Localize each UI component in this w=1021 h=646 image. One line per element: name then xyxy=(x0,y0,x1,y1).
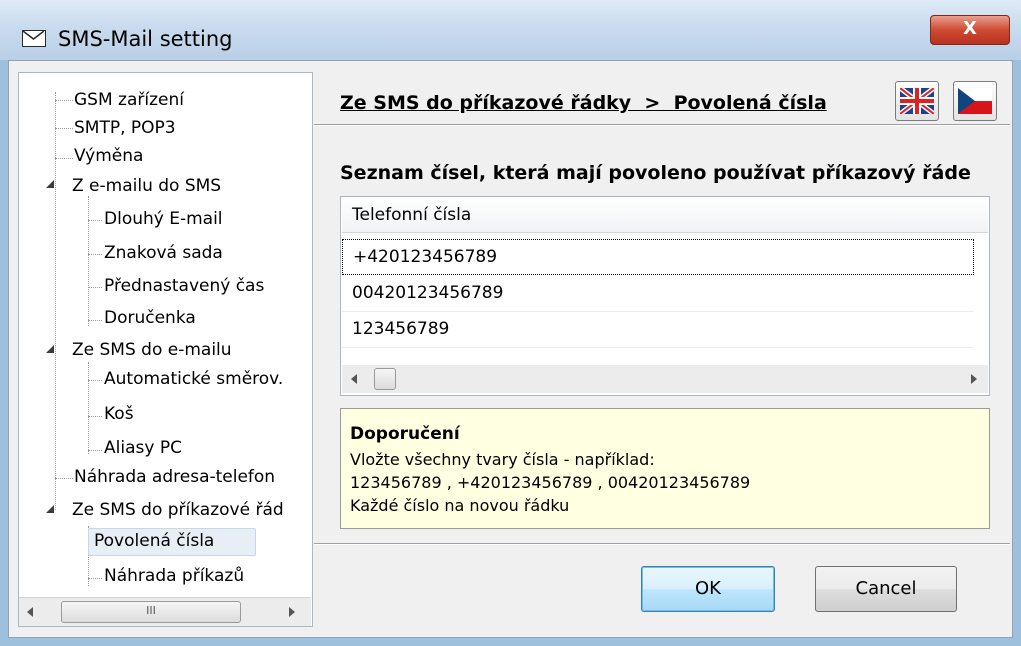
tree-line xyxy=(88,196,89,326)
tree-item-smtp-pop3[interactable]: SMTP, POP3 xyxy=(74,118,176,138)
scroll-thumb[interactable]: III xyxy=(61,601,241,623)
czech-flag-icon xyxy=(958,88,992,114)
tree-line xyxy=(88,287,102,288)
list-item[interactable]: +420123456789 xyxy=(342,239,974,275)
phone-number: +420123456789 xyxy=(353,247,498,267)
tree-item-sms-to-cmd[interactable]: Ze SMS do příkazové řád xyxy=(72,500,284,520)
list-horizontal-scrollbar[interactable] xyxy=(342,365,988,393)
recommendation-title: Doporučení xyxy=(350,424,460,444)
scroll-left-icon[interactable] xyxy=(351,374,357,384)
recommendation-line: Každé číslo na novou řádku xyxy=(350,496,570,515)
tree-line xyxy=(88,362,89,454)
tree-item-sms-to-email[interactable]: Ze SMS do e-mailu xyxy=(72,340,232,360)
column-header[interactable]: Telefonní čísla xyxy=(342,198,988,233)
tree-item-pc-aliases[interactable]: Aliasy PC xyxy=(104,438,182,458)
tree-item-address-phone[interactable]: Náhrada adresa-telefon xyxy=(74,467,275,487)
ok-button[interactable]: OK xyxy=(641,566,775,612)
tree-line xyxy=(55,92,56,510)
footer-separator xyxy=(314,543,1010,545)
czech-flag-button[interactable] xyxy=(953,81,997,121)
title-bar[interactable]: SMS-Mail setting X xyxy=(0,0,1021,60)
recommendation-line: Vložte všechny tvary čísla - například: xyxy=(350,450,655,469)
tree-line xyxy=(88,380,102,381)
dialog-window: SMS-Mail setting X GSM zařízení SMTP, PO… xyxy=(0,0,1021,646)
column-header-label: Telefonní čísla xyxy=(352,205,472,225)
tree-item-gsm[interactable]: GSM zařízení xyxy=(74,90,184,110)
tree-horizontal-scrollbar[interactable]: III xyxy=(19,597,311,626)
recommendation-line: 123456789 , +420123456789 , 004201234567… xyxy=(350,473,751,492)
phone-number: 00420123456789 xyxy=(352,283,504,303)
tree-line xyxy=(55,128,73,129)
close-button[interactable]: X xyxy=(930,15,1010,45)
collapse-arrow-icon[interactable] xyxy=(46,345,54,353)
tree-line xyxy=(88,450,102,451)
collapse-arrow-icon[interactable] xyxy=(46,505,54,513)
list-heading: Seznam čísel, která mají povoleno použív… xyxy=(340,162,971,184)
english-flag-button[interactable] xyxy=(895,81,939,121)
scroll-grip: III xyxy=(146,604,156,617)
tree-line xyxy=(88,578,102,579)
list-item[interactable]: 00420123456789 xyxy=(342,276,974,312)
tree-line xyxy=(55,100,73,101)
cancel-button[interactable]: Cancel xyxy=(815,566,957,612)
tree-line xyxy=(88,220,102,221)
tree-item-long-email[interactable]: Dlouhý E-mail xyxy=(104,209,223,229)
scroll-thumb[interactable] xyxy=(374,368,396,390)
tree-line xyxy=(88,254,102,255)
tree-item-delivery[interactable]: Doručenka xyxy=(104,308,196,328)
tree-item-auto-forward[interactable]: Automatické směrov. xyxy=(104,369,283,389)
phone-number-list[interactable]: Telefonní čísla +420123456789 0042012345… xyxy=(340,196,990,396)
tree-item-vymena[interactable]: Výměna xyxy=(74,146,143,166)
tree-line xyxy=(88,416,102,417)
tree-line xyxy=(55,158,73,159)
tree-item-charset[interactable]: Znaková sada xyxy=(104,243,223,263)
header-separator xyxy=(314,124,1010,126)
list-item[interactable]: 123456789 xyxy=(342,312,974,348)
phone-number: 123456789 xyxy=(352,319,450,339)
english-flag-icon xyxy=(900,88,934,114)
tree-item-email-to-sms[interactable]: Z e-mailu do SMS xyxy=(72,176,221,196)
scroll-right-icon[interactable] xyxy=(289,607,295,617)
collapse-arrow-icon[interactable] xyxy=(46,180,54,188)
tree-item-command-replace[interactable]: Náhrada příkazů xyxy=(104,566,244,586)
tree-line xyxy=(88,320,102,321)
tree-item-preset-time[interactable]: Přednastavený čas xyxy=(104,276,264,296)
tree-item-trash[interactable]: Koš xyxy=(104,404,134,424)
scroll-left-icon[interactable] xyxy=(27,607,33,617)
breadcrumb: Ze SMS do příkazové řádky > Povolená čís… xyxy=(340,92,827,114)
tree-item-allowed-numbers[interactable]: Povolená čísla xyxy=(94,531,214,551)
scroll-right-icon[interactable] xyxy=(971,374,977,384)
envelope-icon xyxy=(22,30,46,47)
recommendation-box: Doporučení Vložte všechny tvary čísla - … xyxy=(340,408,990,529)
tree-line xyxy=(55,478,73,479)
window-title: SMS-Mail setting xyxy=(58,27,233,51)
